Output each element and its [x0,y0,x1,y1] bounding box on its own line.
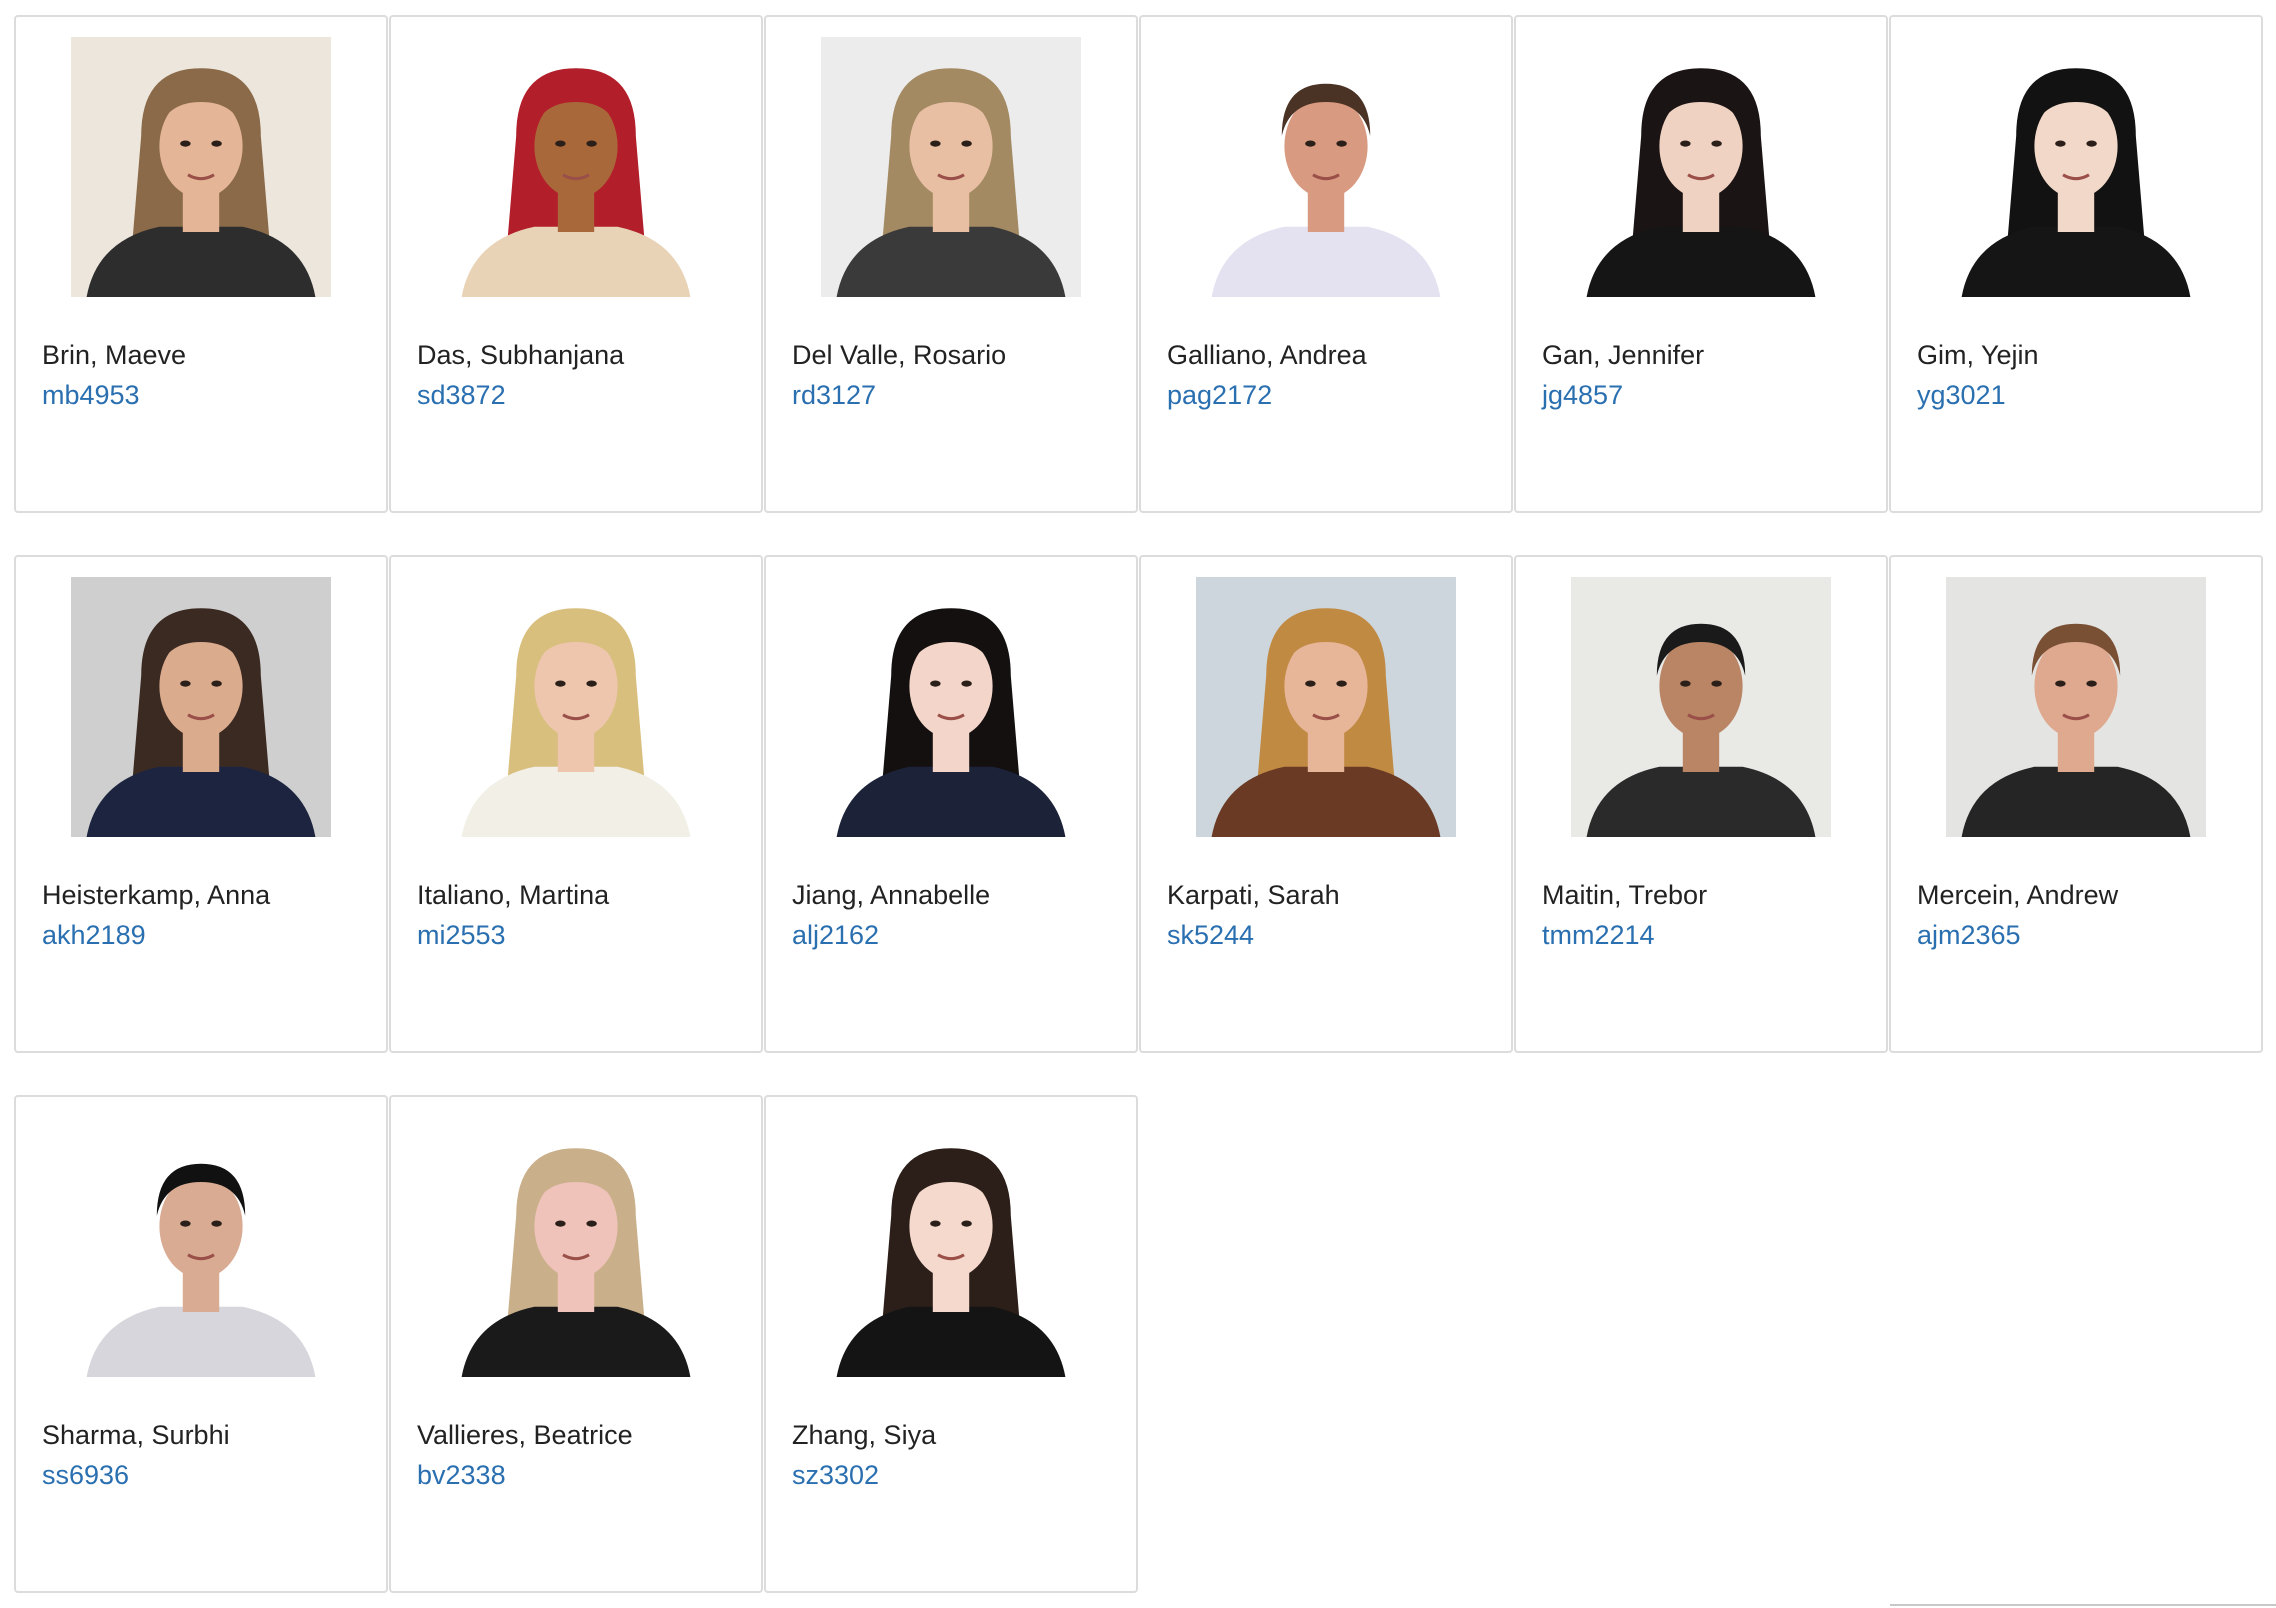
student-card: Zhang, Siya sz3302 [764,1095,1138,1593]
student-name: Sharma, Surbhi [42,1420,230,1450]
student-photo [446,37,706,297]
student-card: Das, Subhanjana sd3872 [389,15,763,513]
student-name: Maitin, Trebor [1542,880,1708,910]
student-card: Sharma, Surbhi ss6936 [14,1095,388,1593]
student-card: Mercein, Andrew ajm2365 [1889,555,2263,1053]
student-photo [821,577,1081,837]
student-photo [821,1117,1081,1377]
student-card: Italiano, Martina mi2553 [389,555,763,1053]
student-uni-link[interactable]: ss6936 [42,1460,129,1491]
student-photo [1946,577,2206,837]
student-photo [446,1117,706,1377]
student-roster: Brin, Maeve mb4953 Das, Subhanjana sd3872 De… [0,0,2276,1608]
student-card: Gim, Yejin yg3021 [1889,15,2263,513]
student-uni-link[interactable]: rd3127 [792,380,876,411]
scroll-edge-divider [1890,1604,2276,1606]
student-name: Vallieres, Beatrice [417,1420,633,1450]
student-uni-link[interactable]: mb4953 [42,380,140,411]
student-photo [1946,37,2206,297]
student-name: Galliano, Andrea [1167,340,1367,370]
student-name: Das, Subhanjana [417,340,625,370]
student-uni-link[interactable]: mi2553 [417,920,506,951]
student-card: Jiang, Annabelle alj2162 [764,555,1138,1053]
student-card: Galliano, Andrea pag2172 [1139,15,1513,513]
student-photo [71,37,331,297]
student-name: Gim, Yejin [1917,340,2039,370]
student-photo [446,577,706,837]
student-card: Del Valle, Rosario rd3127 [764,15,1138,513]
student-card: Heisterkamp, Anna akh2189 [14,555,388,1053]
student-uni-link[interactable]: sd3872 [417,380,506,411]
student-uni-link[interactable]: jg4857 [1542,380,1623,411]
student-name: Del Valle, Rosario [792,340,1007,370]
student-card: Maitin, Trebor tmm2214 [1514,555,1888,1053]
student-uni-link[interactable]: alj2162 [792,920,879,951]
student-photo [71,577,331,837]
student-uni-link[interactable]: sk5244 [1167,920,1254,951]
student-name: Italiano, Martina [417,880,610,910]
student-name: Brin, Maeve [42,340,187,370]
student-name: Zhang, Siya [792,1420,937,1450]
student-name: Mercein, Andrew [1917,880,2119,910]
student-photo [1571,577,1831,837]
student-uni-link[interactable]: tmm2214 [1542,920,1655,951]
student-photo [1196,37,1456,297]
student-photo [821,37,1081,297]
student-photo [71,1117,331,1377]
student-name: Heisterkamp, Anna [42,880,271,910]
student-uni-link[interactable]: sz3302 [792,1460,879,1491]
student-card-grid: Brin, Maeve mb4953 Das, Subhanjana sd3872 De… [14,15,2263,1593]
student-card: Vallieres, Beatrice bv2338 [389,1095,763,1593]
student-photo [1571,37,1831,297]
student-card: Karpati, Sarah sk5244 [1139,555,1513,1053]
student-card: Brin, Maeve mb4953 [14,15,388,513]
student-card: Gan, Jennifer jg4857 [1514,15,1888,513]
student-uni-link[interactable]: akh2189 [42,920,146,951]
student-uni-link[interactable]: yg3021 [1917,380,2006,411]
student-uni-link[interactable]: bv2338 [417,1460,506,1491]
student-photo [1196,577,1456,837]
student-name: Karpati, Sarah [1167,880,1340,910]
student-name: Jiang, Annabelle [792,880,991,910]
student-uni-link[interactable]: pag2172 [1167,380,1272,411]
student-uni-link[interactable]: ajm2365 [1917,920,2021,951]
student-name: Gan, Jennifer [1542,340,1705,370]
